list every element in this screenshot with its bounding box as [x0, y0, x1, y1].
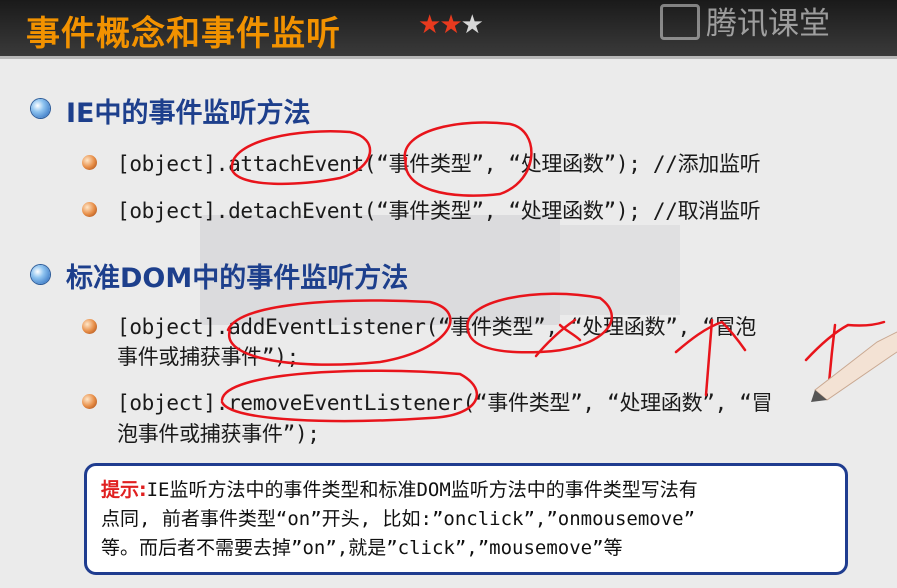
item-bullet-icon: [82, 202, 97, 217]
code-add-event-listener-line1: [object].addEventListener(“事件类型”, “处理函数”…: [117, 315, 757, 339]
heading-bullet-icon: [31, 265, 50, 284]
tip-label: 提示:: [101, 479, 147, 501]
star-empty-icon: ★: [460, 10, 484, 40]
title-bar: 事件概念和事件监听 ★★★ 腾讯课堂: [0, 0, 897, 59]
code-remove-event-listener-line1: [object].removeEventListener(“事件类型”, “处理…: [117, 391, 773, 415]
code-remove-event-listener-line2: 泡事件或捕获事件”);: [117, 422, 320, 446]
difficulty-stars: ★★★: [418, 10, 484, 40]
tip-line-1: 提示:IE监听方法中的事件类型和标准DOM监听方法中的事件类型写法有: [101, 476, 831, 505]
code-add-event-listener-line2: 事件或捕获事件”);: [117, 345, 299, 369]
star-filled-icon: ★: [439, 10, 462, 40]
tip-line-3: 等。而后者不需要去掉”on”,就是”click”,”mousemove”等: [101, 537, 623, 559]
tip-box: 提示:IE监听方法中的事件类型和标准DOM监听方法中的事件类型写法有 点同, 前…: [84, 463, 848, 575]
heading-bullet-icon: [31, 99, 50, 118]
tencent-classroom-logo-icon: [660, 4, 700, 40]
tip-text-1: IE监听方法中的事件类型和标准DOM监听方法中的事件类型写法有: [146, 479, 698, 501]
item-bullet-icon: [82, 319, 97, 334]
watermark-logo-text: 腾讯课堂: [706, 6, 830, 42]
star-filled-icon: ★: [418, 10, 441, 40]
background-video-ghost: [560, 225, 680, 315]
section-heading-dom: 标准DOM中的事件监听方法: [66, 263, 409, 294]
tip-line-2: 点同, 前者事件类型“on”开头, 比如:”onclick”,”onmousem…: [101, 508, 696, 530]
stylus-pen-icon: [811, 331, 897, 402]
item-bullet-icon: [82, 155, 97, 170]
code-detach-event: [object].detachEvent(“事件类型”, “处理函数”); //…: [117, 199, 761, 223]
item-bullet-icon: [82, 394, 97, 409]
code-attach-event: [object].attachEvent(“事件类型”, “处理函数”); //…: [117, 152, 761, 176]
section-heading-ie: IE中的事件监听方法: [66, 98, 311, 129]
slide-title: 事件概念和事件监听: [26, 14, 341, 54]
